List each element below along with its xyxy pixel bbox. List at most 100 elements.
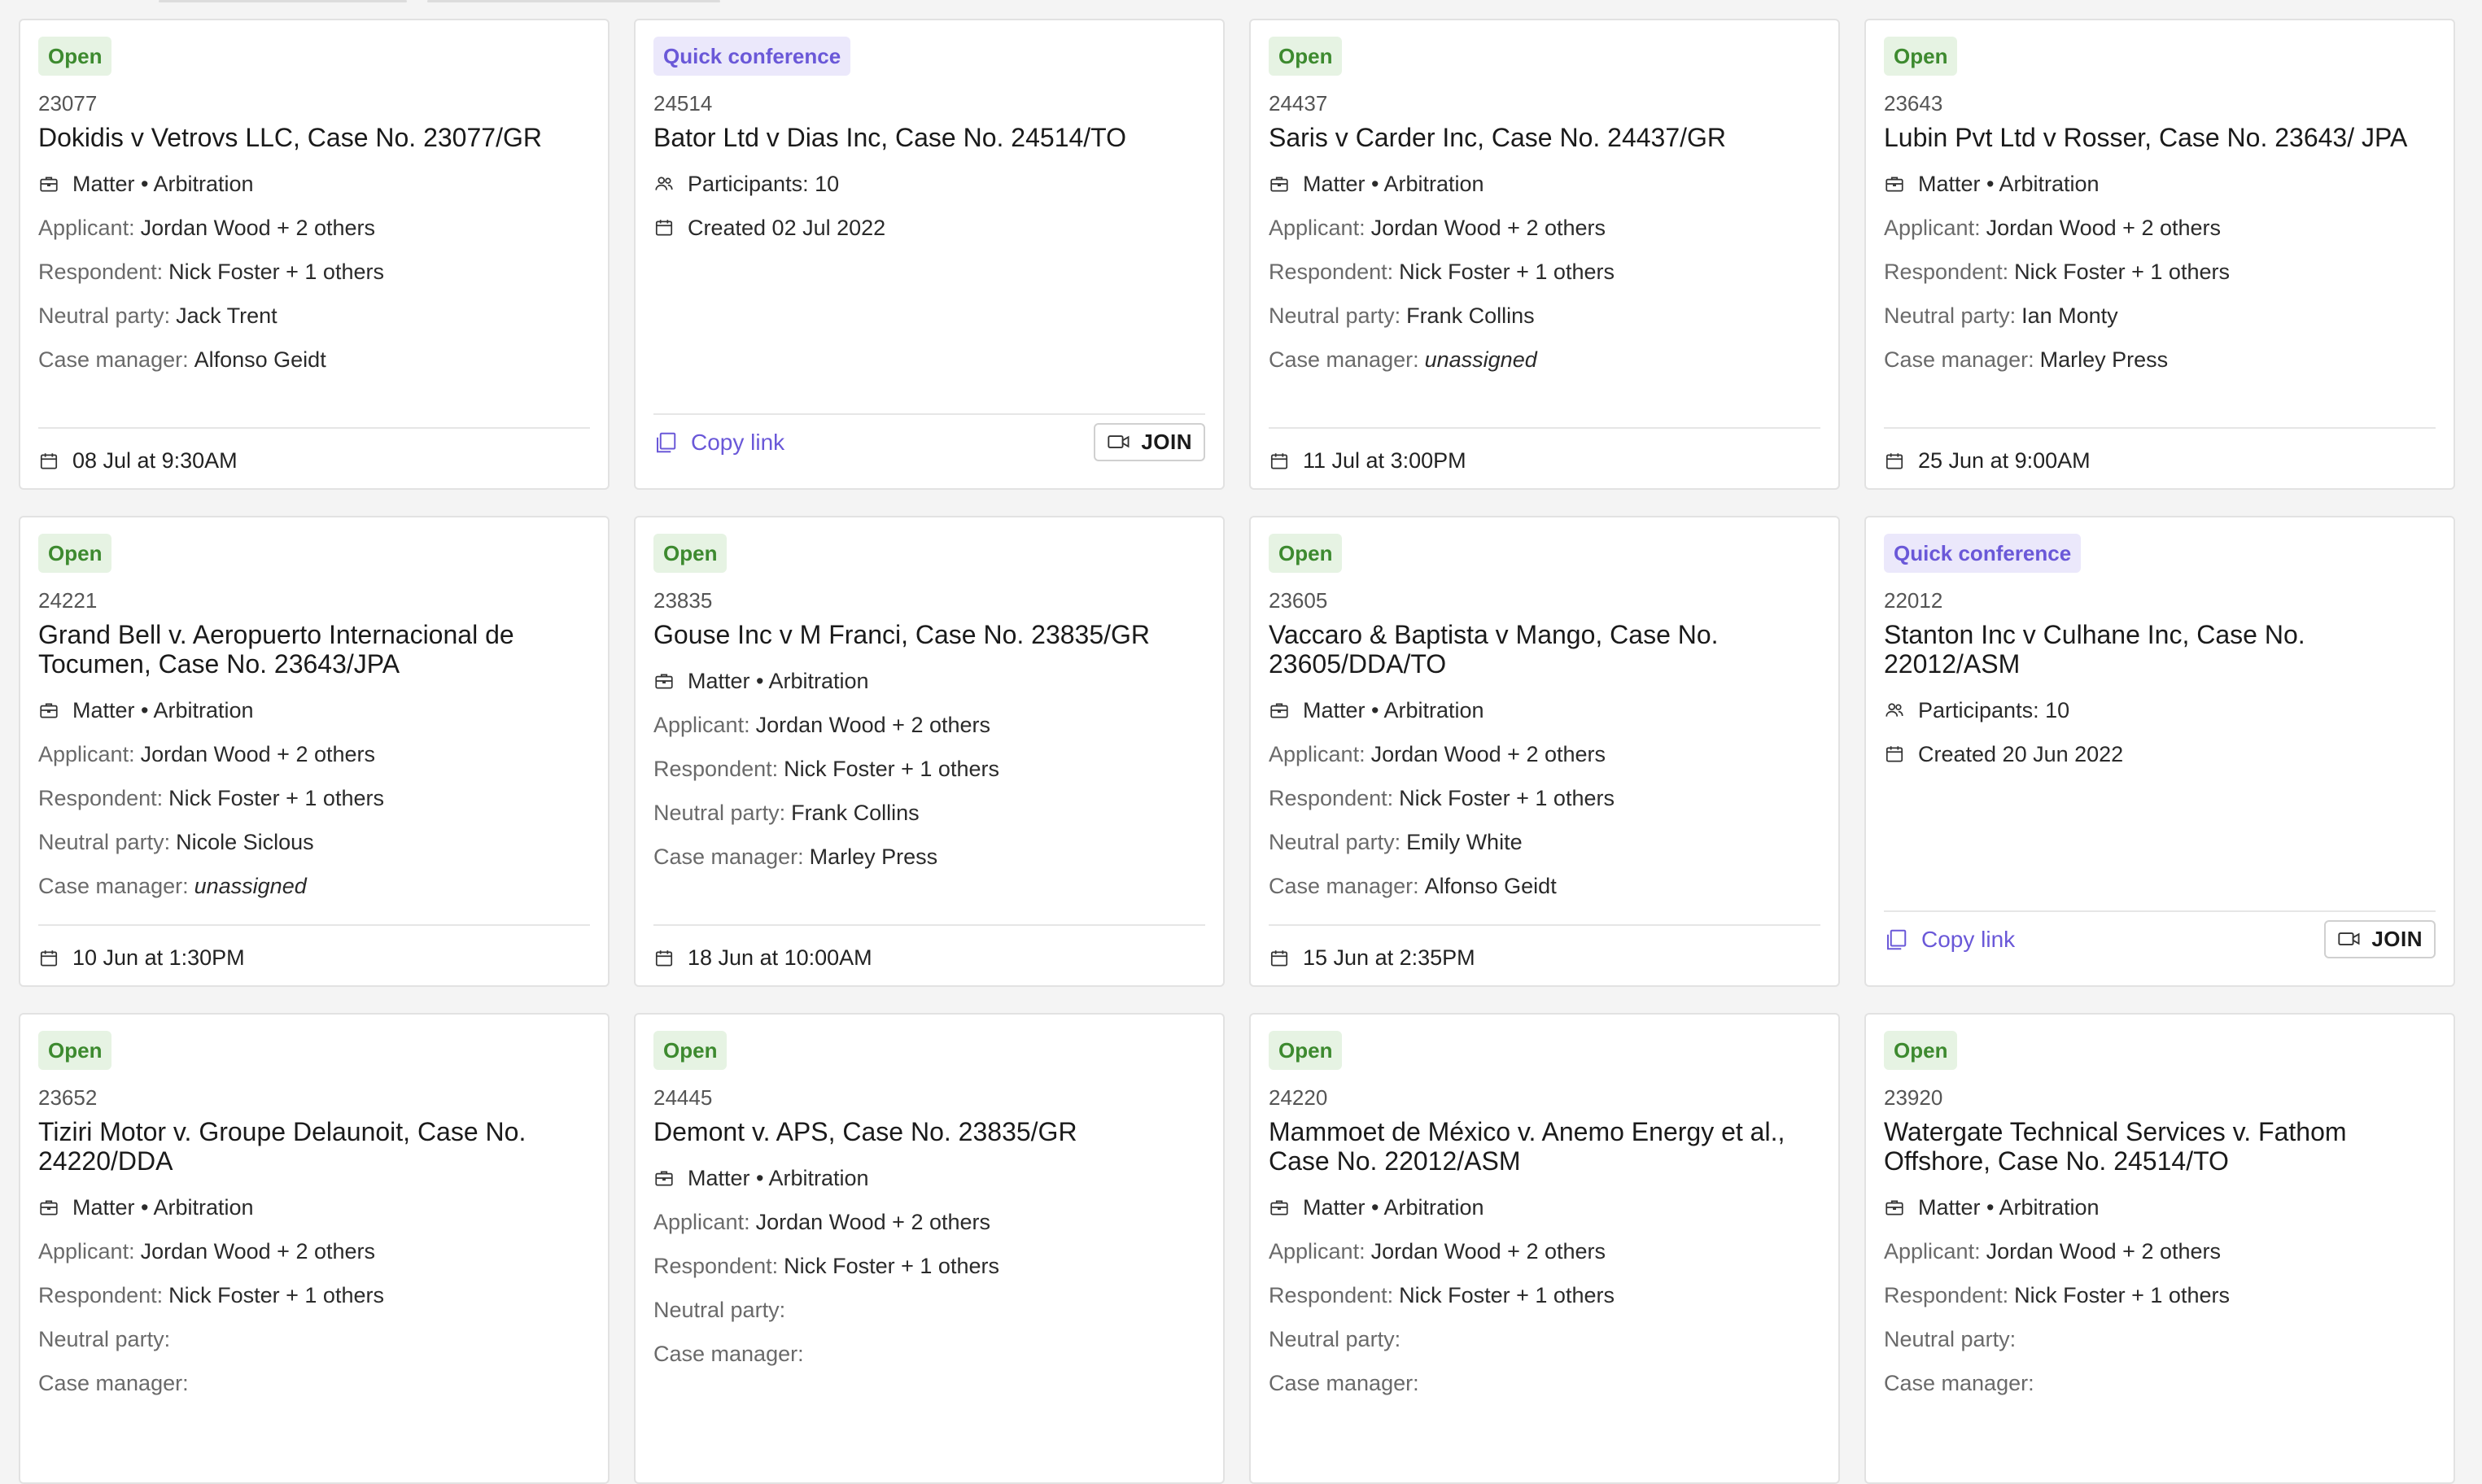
- applicant-label: Applicant:: [1269, 742, 1366, 766]
- respondent-label: Respondent:: [1269, 260, 1394, 284]
- applicant-value: Jordan Wood + 2 others: [140, 742, 376, 766]
- neutral-row: Neutral party: Jack Trent: [38, 294, 590, 338]
- respondent-row: Respondent: Nick Foster + 1 others: [1884, 250, 2436, 294]
- applicant-row: Applicant: Jordan Wood + 2 others: [38, 732, 590, 776]
- case-title[interactable]: Tiziri Motor v. Groupe Delaunoit, Case N…: [38, 1117, 590, 1176]
- top-tab-strip: [0, 0, 2482, 2]
- card-footer: Copy link JOIN: [653, 423, 1205, 461]
- case-card[interactable]: Quick conference 24514 Bator Ltd v Dias In…: [634, 19, 1225, 490]
- status-badge: Open: [1884, 1031, 1958, 1070]
- created-date: Created 02 Jul 2022: [688, 216, 886, 240]
- case-id: 24445: [653, 1085, 713, 1110]
- case-card[interactable]: Quick conference 22012 Stanton Inc v Culha…: [1864, 516, 2455, 987]
- neutral-row: Neutral party: Frank Collins: [1269, 294, 1820, 338]
- manager-label: Case manager:: [653, 845, 804, 869]
- case-card[interactable]: Open 24221 Grand Bell v. Aeropuerto Intern…: [19, 516, 610, 987]
- copy-link-button[interactable]: Copy link: [653, 430, 784, 456]
- respondent-value: Nick Foster + 1 others: [168, 260, 384, 284]
- neutral-label: Neutral party:: [1269, 303, 1401, 328]
- briefcase-icon: [1269, 173, 1290, 194]
- briefcase-icon: [38, 1197, 59, 1218]
- case-card[interactable]: Open 23643 Lubin Pvt Ltd v Rosser, Case No…: [1864, 19, 2455, 490]
- case-meta: Matter • Arbitration Applicant: Jordan Woo…: [38, 1185, 590, 1405]
- case-meta: Participants: 10 Created 02 Jul 2022: [653, 162, 1205, 250]
- case-card[interactable]: Open 24220 Mammoet de México v. Anemo Ener…: [1249, 1013, 1840, 1484]
- case-id: 24221: [38, 588, 98, 613]
- neutral-row: Neutral party:: [38, 1317, 590, 1361]
- case-title[interactable]: Demont v. APS, Case No. 23835/GR: [653, 1117, 1205, 1146]
- case-card[interactable]: Open 23605 Vaccaro & Baptista v Mango, Cas…: [1249, 516, 1840, 987]
- case-title[interactable]: Saris v Carder Inc, Case No. 24437/GR: [1269, 123, 1820, 152]
- calendar-icon: [38, 451, 59, 472]
- copy-icon: [653, 430, 678, 455]
- matter-type-row: Matter • Arbitration: [1884, 162, 2436, 206]
- participants-row: Participants: 10: [653, 162, 1205, 206]
- case-title[interactable]: Mammoet de México v. Anemo Energy et al.…: [1269, 1117, 1820, 1176]
- matter-type: Matter • Arbitration: [688, 1166, 869, 1190]
- neutral-label: Neutral party:: [38, 830, 171, 854]
- neutral-row: Neutral party:: [1884, 1317, 2436, 1361]
- matter-type: Matter • Arbitration: [72, 1195, 254, 1220]
- status-badge: Open: [1269, 37, 1343, 76]
- status-badge: Open: [1884, 37, 1958, 76]
- case-title[interactable]: Watergate Technical Services v. Fathom O…: [1884, 1117, 2436, 1176]
- respondent-row: Respondent: Nick Foster + 1 others: [38, 776, 590, 820]
- briefcase-icon: [1269, 1197, 1290, 1218]
- neutral-label: Neutral party:: [653, 801, 786, 825]
- case-title[interactable]: Gouse Inc v M Franci, Case No. 23835/GR: [653, 620, 1205, 649]
- applicant-value: Jordan Wood + 2 others: [140, 1239, 376, 1264]
- manager-label: Case manager:: [1269, 347, 1419, 372]
- copy-link-button[interactable]: Copy link: [1884, 927, 2015, 953]
- manager-label: Case manager:: [1269, 1371, 1419, 1395]
- case-card[interactable]: Open 23920 Watergate Technical Services v.…: [1864, 1013, 2455, 1484]
- status-badge: Quick conference: [1884, 534, 2082, 573]
- case-id: 23835: [653, 588, 713, 613]
- manager-label: Case manager:: [38, 874, 189, 898]
- respondent-value: Nick Foster + 1 others: [784, 1254, 999, 1278]
- calendar-icon: [1269, 948, 1290, 969]
- join-label: JOIN: [2371, 927, 2423, 951]
- manager-label: Case manager:: [653, 1342, 804, 1366]
- neutral-label: Neutral party:: [1269, 830, 1401, 854]
- case-title[interactable]: Bator Ltd v Dias Inc, Case No. 24514/TO: [653, 123, 1205, 152]
- case-title[interactable]: Dokidis v Vetrovs LLC, Case No. 23077/GR: [38, 123, 590, 152]
- case-title[interactable]: Stanton Inc v Culhane Inc, Case No. 2201…: [1884, 620, 2436, 679]
- briefcase-icon: [653, 670, 675, 692]
- join-button[interactable]: JOIN: [2324, 920, 2436, 958]
- case-id: 23920: [1884, 1085, 1943, 1110]
- created-row: Created 20 Jun 2022: [1884, 732, 2436, 776]
- neutral-label: Neutral party:: [1884, 303, 2017, 328]
- manager-row: Case manager: Alfonso Geidt: [1269, 864, 1820, 908]
- case-card[interactable]: Open 24437 Saris v Carder Inc, Case No. 24…: [1249, 19, 1840, 490]
- video-camera-icon: [2337, 929, 2362, 950]
- respondent-label: Respondent:: [653, 757, 779, 781]
- case-id: 24437: [1269, 91, 1328, 116]
- case-id: 24514: [653, 91, 713, 116]
- manager-row: Case manager: Alfonso Geidt: [38, 338, 590, 382]
- join-button[interactable]: JOIN: [1094, 423, 1205, 461]
- card-footer: 08 Jul at 9:30AM: [38, 448, 590, 474]
- case-card[interactable]: Open 23077 Dokidis v Vetrovs LLC, Case No.…: [19, 19, 610, 490]
- participants-count: Participants: 10: [688, 172, 840, 196]
- card-footer: Copy link JOIN: [1884, 920, 2436, 958]
- respondent-label: Respondent:: [1884, 260, 2009, 284]
- respondent-label: Respondent:: [1269, 1283, 1394, 1307]
- case-card[interactable]: Open 23652 Tiziri Motor v. Groupe Delaunoi…: [19, 1013, 610, 1484]
- respondent-row: Respondent: Nick Foster + 1 others: [38, 1273, 590, 1317]
- matter-type: Matter • Arbitration: [688, 669, 869, 693]
- case-title[interactable]: Grand Bell v. Aeropuerto Internacional d…: [38, 620, 590, 679]
- applicant-label: Applicant:: [1884, 1239, 1981, 1264]
- hearing-date-text: 11 Jul at 3:00PM: [1303, 448, 1466, 473]
- calendar-icon: [38, 948, 59, 969]
- status-badge: Open: [1269, 1031, 1343, 1070]
- copy-link-label: Copy link: [691, 429, 785, 455]
- case-card[interactable]: Open 24445 Demont v. APS, Case No. 23835/G…: [634, 1013, 1225, 1484]
- case-title[interactable]: Vaccaro & Baptista v Mango, Case No. 236…: [1269, 620, 1820, 679]
- hearing-date: 25 Jun at 9:00AM: [1884, 448, 2091, 474]
- hearing-date-text: 18 Jun at 10:00AM: [688, 945, 872, 970]
- case-card[interactable]: Open 23835 Gouse Inc v M Franci, Case No. …: [634, 516, 1225, 987]
- matter-type-row: Matter • Arbitration: [1269, 688, 1820, 732]
- case-title[interactable]: Lubin Pvt Ltd v Rosser, Case No. 23643/ …: [1884, 123, 2436, 152]
- case-meta: Matter • Arbitration Applicant: Jordan Woo…: [653, 659, 1205, 879]
- neutral-value: Nicole Siclous: [176, 830, 314, 854]
